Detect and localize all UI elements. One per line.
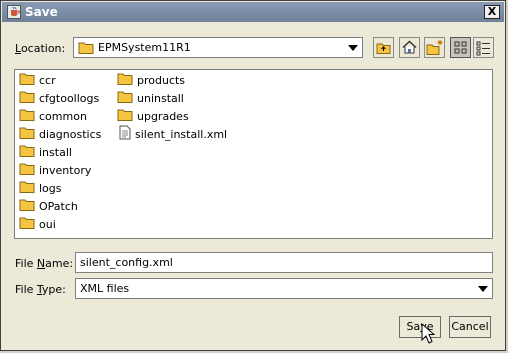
new-folder-button[interactable] (424, 37, 445, 58)
file-name-label: File Name: (15, 257, 74, 270)
up-one-level-icon (374, 38, 393, 57)
list-item[interactable]: logs (19, 180, 62, 196)
folder-icon (117, 90, 133, 106)
list-item-label: install (39, 145, 72, 159)
list-item[interactable]: ccr (19, 72, 56, 88)
list-item[interactable]: cfgtoollogs (19, 90, 99, 106)
list-item-label: diagnostics (39, 127, 102, 141)
list-item[interactable]: oui (19, 216, 56, 232)
file-type-label: File Type: (15, 283, 66, 296)
list-item-label: silent_install.xml (135, 127, 228, 141)
list-view-button[interactable] (450, 37, 471, 58)
details-view-icon (474, 38, 493, 57)
list-item[interactable]: OPatch (19, 198, 78, 214)
new-folder-icon (425, 38, 444, 57)
list-item-label: uninstall (137, 91, 184, 105)
list-item-label: OPatch (39, 199, 78, 213)
home-icon (400, 38, 419, 57)
folder-icon (19, 72, 35, 88)
folder-icon (19, 144, 35, 160)
java-cup-icon (7, 5, 21, 19)
file-type-value: XML files (80, 282, 130, 295)
location-value: EPMSystem11R1 (98, 41, 191, 54)
folder-icon (19, 126, 35, 142)
chevron-down-icon[interactable] (348, 44, 358, 51)
list-item[interactable]: products (117, 72, 185, 88)
list-item[interactable]: upgrades (117, 108, 189, 124)
location-combo[interactable]: EPMSystem11R1 (73, 37, 363, 58)
details-view-button[interactable] (473, 37, 494, 58)
file-type-combo[interactable]: XML files (75, 278, 493, 299)
list-item-label: oui (39, 217, 56, 231)
list-item-label: logs (39, 181, 62, 195)
folder-icon (19, 108, 35, 124)
close-icon: X (487, 5, 497, 18)
list-item-label: upgrades (137, 109, 189, 123)
chevron-down-icon[interactable] (478, 285, 488, 292)
list-item-label: products (137, 73, 186, 87)
file-name-input[interactable]: silent_config.xml (75, 252, 493, 273)
save-dialog: Save X Location: EPMSystem11R1 ccr cfgto… (0, 0, 506, 351)
home-button[interactable] (399, 37, 420, 58)
list-view-icon (451, 38, 470, 57)
list-item[interactable]: uninstall (117, 90, 184, 106)
list-item-label: cfgtoollogs (39, 91, 100, 105)
list-item[interactable]: silent_install.xml (119, 125, 228, 143)
list-item[interactable]: inventory (19, 162, 91, 178)
folder-icon (19, 90, 35, 106)
title-bar[interactable]: Save X (2, 2, 504, 22)
list-item-label: ccr (39, 73, 56, 87)
close-button[interactable]: X (484, 5, 500, 19)
folder-icon (78, 41, 94, 57)
folder-icon (19, 162, 35, 178)
list-item[interactable]: install (19, 144, 72, 160)
list-item[interactable]: diagnostics (19, 126, 101, 142)
cancel-button[interactable]: Cancel (449, 316, 491, 338)
list-item[interactable]: common (19, 108, 87, 124)
folder-icon (19, 180, 35, 196)
window-title: Save (25, 5, 58, 19)
xml-file-icon (119, 125, 131, 143)
up-one-level-button[interactable] (373, 37, 394, 58)
folder-icon (117, 108, 133, 124)
mouse-cursor-icon (421, 322, 436, 348)
folder-icon (117, 72, 133, 88)
location-label: Location: (15, 42, 66, 55)
list-item-label: inventory (39, 163, 92, 177)
folder-icon (19, 216, 35, 232)
file-list[interactable]: ccr cfgtoollogs common diagnostics install in… (14, 69, 493, 239)
list-item-label: common (39, 109, 87, 123)
folder-icon (19, 198, 35, 214)
